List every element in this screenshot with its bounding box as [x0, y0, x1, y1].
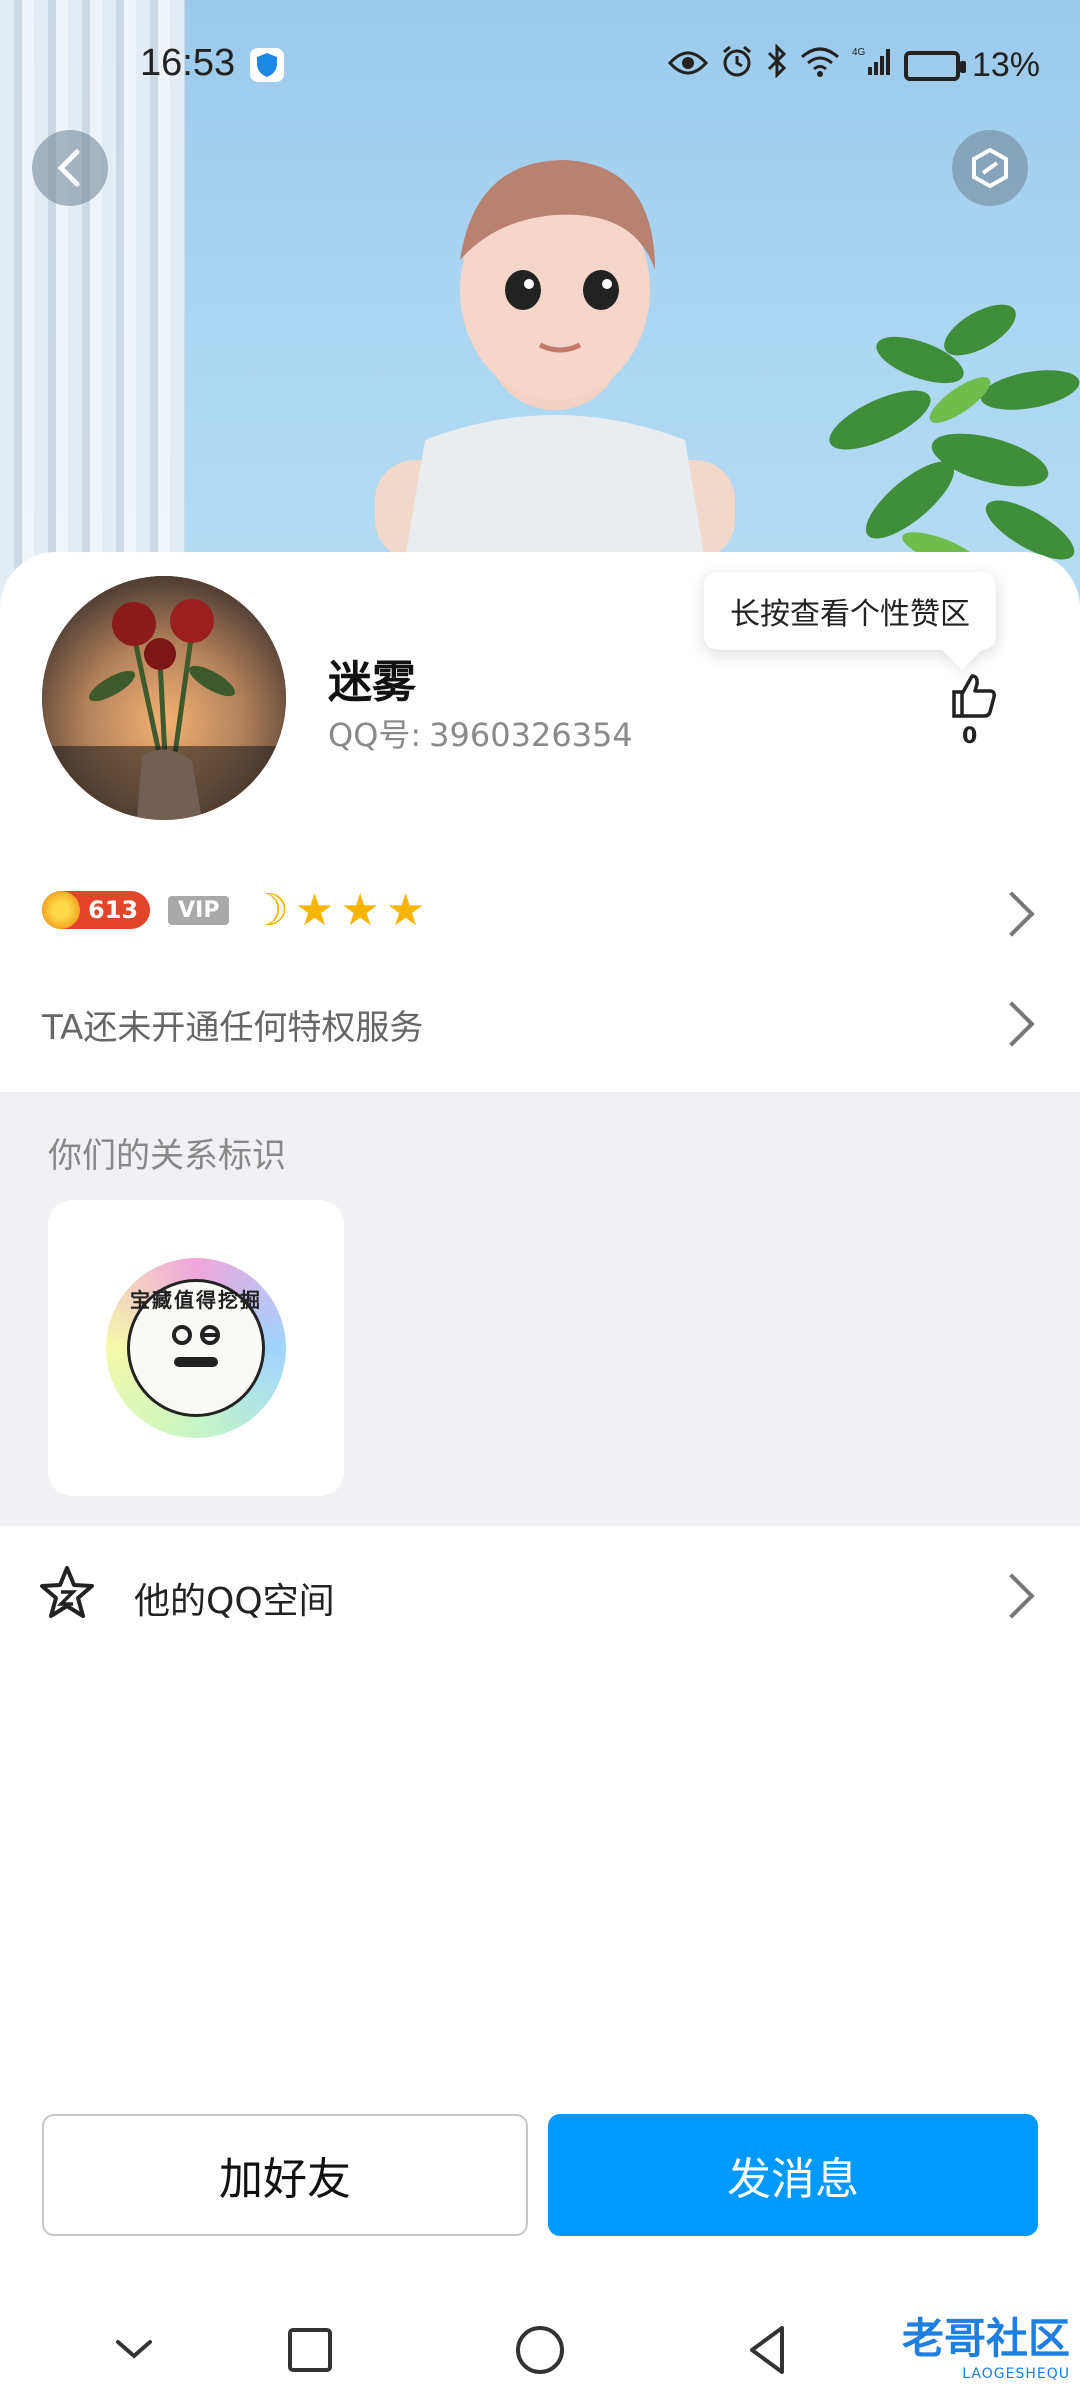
thumbs-up-icon[interactable] — [948, 670, 1000, 722]
star-icon: ★ — [340, 884, 380, 936]
nav-back-icon[interactable] — [738, 2320, 798, 2380]
star-icon: ★ — [294, 884, 335, 936]
moon-icon: ☽ — [249, 884, 289, 936]
back-arrow-icon — [57, 149, 80, 187]
watermark-main-text: 老哥社区 — [901, 2314, 1070, 2363]
relation-emblem: 宝藏值得挖掘 — [106, 1258, 286, 1438]
star-icon: ★ — [385, 884, 426, 936]
add-friend-button[interactable]: 加好友 — [42, 2114, 528, 2236]
back-button[interactable] — [32, 130, 108, 206]
qq-number-row: QQ号: 3960326354 — [328, 710, 633, 756]
profile-name: 迷雾 — [328, 657, 416, 708]
cover-avatar-figure — [375, 160, 735, 560]
rose-photo — [42, 576, 286, 820]
level-badge: 613 — [42, 891, 151, 929]
relation-card[interactable]: 宝藏值得挖掘 — [48, 1200, 344, 1496]
relation-emblem-text: 宝藏值得挖掘 — [130, 1288, 262, 1312]
network-type-label: 4G — [852, 47, 866, 58]
battery-icon — [903, 50, 966, 81]
hexagon-icon — [972, 147, 1008, 189]
wifi-icon — [800, 46, 840, 86]
relation-section: 你们的关系标识 宝藏值得挖掘 — [0, 1092, 1080, 1526]
privilege-text[interactable]: TA还未开通任何特权服务 — [42, 1000, 423, 1049]
cellular-signal-icon: 4G — [852, 45, 892, 86]
like-tooltip: 长按查看个性赞区 — [704, 572, 996, 650]
qzone-row[interactable]: 他的QQ空间 — [0, 1526, 1080, 1660]
nav-home-icon[interactable] — [510, 2320, 570, 2380]
qq-number-value: 3960326354 — [429, 716, 633, 754]
status-icons: 4G 13% — [667, 43, 1040, 87]
watermark-sub-text: LAOGESHEQU — [962, 2366, 1070, 2382]
level-value: 613 — [88, 896, 139, 924]
status-time: 16:53 — [140, 42, 236, 84]
action-buttons: 加好友 发消息 — [42, 2114, 1038, 2236]
qzone-label: 他的QQ空间 — [134, 1581, 335, 1622]
security-shield-icon — [250, 48, 284, 82]
coin-icon — [42, 891, 80, 929]
profile-avatar[interactable] — [42, 576, 286, 820]
more-options-button[interactable] — [952, 130, 1028, 206]
nav-recent-apps-icon[interactable] — [280, 2320, 340, 2380]
badge-row[interactable]: 613 VIP ☽ ★ ★ ★ — [42, 880, 1038, 940]
battery-percent: 13% — [971, 46, 1040, 84]
alarm-icon — [720, 44, 754, 87]
nav-collapse-icon[interactable] — [104, 2320, 164, 2380]
watermark-logo: 老哥社区 LAOGESHEQU — [840, 2305, 1070, 2382]
status-bar: 16:53 4G 13% — [0, 0, 1080, 130]
qzone-star-icon — [40, 1566, 94, 1618]
like-count: 0 — [962, 724, 978, 749]
eye-icon — [667, 46, 708, 86]
vip-badge: VIP — [168, 895, 230, 925]
bluetooth-icon — [766, 43, 788, 87]
qq-number-label: QQ号: — [328, 716, 422, 754]
relation-title: 你们的关系标识 — [48, 1136, 286, 1176]
qzone-chevron-icon — [989, 1573, 1035, 1619]
send-message-button[interactable]: 发消息 — [548, 2114, 1038, 2236]
cover-plant — [829, 304, 1080, 568]
